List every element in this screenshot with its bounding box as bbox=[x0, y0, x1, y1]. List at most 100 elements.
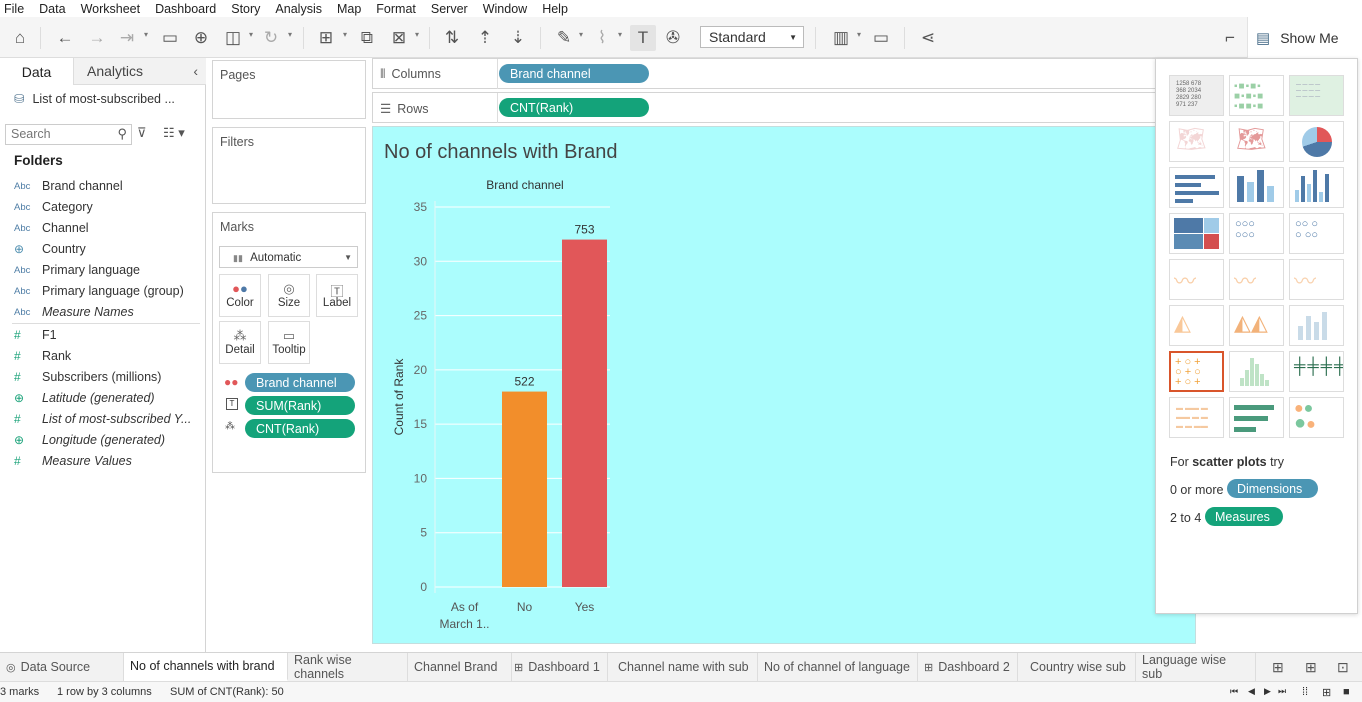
field-dimension[interactable]: Abc Category bbox=[14, 197, 93, 217]
menu-data[interactable]: Data bbox=[39, 2, 65, 16]
tab-channel-brand[interactable]: Channel Brand bbox=[408, 653, 512, 681]
detail-button[interactable]: ⁂ Detail bbox=[219, 321, 261, 364]
histogram-icon[interactable] bbox=[1229, 351, 1284, 392]
show-sheet-sorter-icon[interactable]: ⊞ bbox=[1322, 686, 1331, 699]
menu-server[interactable]: Server bbox=[431, 2, 468, 16]
pages-card[interactable]: Pages bbox=[212, 60, 366, 119]
bullet-graph-icon[interactable] bbox=[1229, 397, 1284, 438]
menu-map[interactable]: Map bbox=[337, 2, 361, 16]
datasource-dropdown-icon[interactable]: ▾ bbox=[249, 30, 253, 39]
menu-story[interactable]: Story bbox=[231, 2, 260, 16]
label-button[interactable]: 🅃 Label bbox=[316, 274, 358, 317]
text-table-icon[interactable]: 1258 678 368 2034 2829 280 971 237 bbox=[1169, 75, 1224, 116]
sort-descending-icon[interactable]: ⇣ bbox=[505, 25, 531, 51]
bar-chart[interactable]: 0 5 10 15 20 25 30 35 Count of Rank Brand channel… bbox=[373, 167, 1195, 643]
replay-dropdown-icon[interactable]: ▾ bbox=[144, 30, 148, 39]
filter-icon[interactable]: ⊽ bbox=[137, 125, 147, 141]
view-options-icon[interactable]: ☷ ▾ bbox=[163, 125, 185, 141]
box-and-whisker-icon[interactable]: ╪╪╪╪ bbox=[1289, 351, 1344, 392]
line-discrete-icon[interactable]: 〰 bbox=[1229, 259, 1284, 300]
symbol-map-icon[interactable]: 🗺 bbox=[1169, 121, 1224, 162]
highlight-dropdown-icon[interactable]: ▾ bbox=[579, 30, 583, 39]
columns-shelf[interactable]: ⦀ Columns Brand channel bbox=[372, 58, 1162, 89]
field-measure[interactable]: ⊕ Latitude (generated) bbox=[14, 388, 155, 408]
menu-dashboard[interactable]: Dashboard bbox=[155, 2, 216, 16]
menu-worksheet[interactable]: Worksheet bbox=[81, 2, 141, 16]
marks-pill-cnt-rank[interactable]: CNT(Rank) bbox=[245, 419, 355, 438]
menu-window[interactable]: Window bbox=[483, 2, 527, 16]
field-dimension[interactable]: Abc Channel bbox=[14, 218, 89, 238]
new-dashboard-tab-icon[interactable]: ⊞ bbox=[1305, 659, 1317, 676]
show-tabs-icon[interactable]: ■ bbox=[1343, 686, 1350, 698]
undo-icon[interactable]: ← bbox=[52, 25, 78, 51]
columns-pill-brand-channel[interactable]: Brand channel bbox=[499, 64, 649, 83]
gantt-chart-icon[interactable]: ▬ ▬▬ ▬ ▬▬ ▬ ▬ ▬ ▬ ▬▬ bbox=[1169, 397, 1224, 438]
dual-lines-icon[interactable]: 〰 bbox=[1289, 259, 1344, 300]
bar-yes[interactable] bbox=[562, 239, 607, 588]
menu-help[interactable]: Help bbox=[542, 2, 568, 16]
tab-analytics[interactable]: Analytics ‹ bbox=[73, 58, 206, 85]
duplicate-sheet-icon[interactable]: ⧉ bbox=[354, 25, 380, 51]
next-sheet-icon[interactable]: ▶ bbox=[1264, 686, 1271, 697]
last-sheet-icon[interactable]: ⏭ bbox=[1278, 686, 1286, 697]
tab-country-wise-sub[interactable]: Country wise sub bbox=[1024, 653, 1136, 681]
tab-dashboard-2[interactable]: ⊞ Dashboard 2 bbox=[918, 653, 1018, 681]
field-dimension[interactable]: Abc Brand channel bbox=[14, 176, 123, 196]
clear-dropdown-icon[interactable]: ▾ bbox=[415, 30, 419, 39]
tab-no-of-channel-of-language[interactable]: No of channel of language bbox=[758, 653, 918, 681]
tab-no-of-channels-with-brand[interactable]: No of channels with brand bbox=[124, 653, 288, 681]
pause-updates-icon[interactable]: ◫ bbox=[220, 25, 246, 51]
packed-bubbles-icon[interactable]: ●● ●● bbox=[1289, 397, 1344, 438]
menu-format[interactable]: Format bbox=[376, 2, 416, 16]
presentation-icon[interactable]: ▭ bbox=[868, 25, 894, 51]
highlight-icon[interactable]: ✎ bbox=[551, 25, 577, 51]
home-icon[interactable]: ⌂ bbox=[7, 25, 33, 51]
clear-sheet-icon[interactable]: ⊠ bbox=[386, 25, 412, 51]
prev-sheet-icon[interactable]: ◀ bbox=[1248, 686, 1255, 697]
datasource-item[interactable]: ⛁ List of most-subscribed ... bbox=[14, 91, 175, 107]
replay-icon[interactable]: ⇥ bbox=[114, 25, 140, 51]
group-dropdown-icon[interactable]: ▾ bbox=[618, 30, 622, 39]
tooltip-button[interactable]: ▭ Tooltip bbox=[268, 321, 310, 364]
horizontal-bars-icon[interactable] bbox=[1169, 167, 1224, 208]
pie-chart-icon[interactable] bbox=[1289, 121, 1344, 162]
tab-rank-wise-channels[interactable]: Rank wise channels bbox=[288, 653, 408, 681]
share-icon[interactable]: ⋖ bbox=[915, 25, 941, 51]
field-dimension[interactable]: Abc Primary language (group) bbox=[14, 281, 184, 301]
size-button[interactable]: ◎ Size bbox=[268, 274, 310, 317]
field-measure[interactable]: ⊕ Longitude (generated) bbox=[14, 430, 165, 450]
new-worksheet-tab-icon[interactable]: ⊞ bbox=[1272, 659, 1284, 676]
filled-map-icon[interactable]: 🗺 bbox=[1229, 121, 1284, 162]
field-dimension[interactable]: Abc Measure Names bbox=[14, 302, 134, 322]
show-filmstrip-icon[interactable]: ⁞⁞ bbox=[1302, 686, 1308, 698]
field-dimension[interactable]: ⊕ Country bbox=[14, 239, 86, 259]
first-sheet-icon[interactable]: ⏮ bbox=[1230, 686, 1238, 697]
side-by-side-bars-icon[interactable] bbox=[1289, 167, 1344, 208]
rows-shelf[interactable]: ☰ Rows CNT(Rank) bbox=[372, 92, 1162, 123]
new-datasource-icon[interactable]: ⊕ bbox=[188, 25, 214, 51]
filters-card[interactable]: Filters bbox=[212, 127, 366, 204]
viz-area[interactable]: No of channels with Brand 0 5 10 15 20 25 30 35… bbox=[372, 126, 1196, 644]
marks-pill-brand-channel[interactable]: Brand channel bbox=[245, 373, 355, 392]
collapse-pane-icon[interactable]: ‹ bbox=[193, 63, 198, 79]
refresh-icon[interactable]: ↻ bbox=[258, 25, 284, 51]
mark-type-select[interactable]: ▮▮ Automatic ▼ bbox=[219, 246, 358, 268]
field-measure[interactable]: # Subscribers (millions) bbox=[14, 367, 161, 387]
rows-pill-cnt-rank[interactable]: CNT(Rank) bbox=[499, 98, 649, 117]
field-measure[interactable]: # F1 bbox=[14, 325, 57, 345]
tab-dashboard-1[interactable]: ⊞ Dashboard 1 bbox=[508, 653, 608, 681]
circle-view-icon[interactable]: ○○○ ○○○ bbox=[1229, 213, 1284, 254]
redo-icon[interactable]: → bbox=[84, 25, 110, 51]
tab-data[interactable]: Data bbox=[0, 58, 73, 85]
area-continuous-icon[interactable]: ◭ bbox=[1169, 305, 1224, 346]
fit-select[interactable]: Standard ▼ bbox=[700, 26, 804, 48]
cards-dropdown-icon[interactable]: ▾ bbox=[857, 30, 861, 39]
stacked-bars-icon[interactable] bbox=[1229, 167, 1284, 208]
menu-file[interactable]: File bbox=[4, 2, 24, 16]
field-measure[interactable]: # Measure Values bbox=[14, 451, 132, 471]
swap-icon[interactable]: ⇅ bbox=[439, 25, 465, 51]
tab-data-source[interactable]: ◎ Data Source bbox=[0, 653, 124, 681]
tab-channel-name-with-sub[interactable]: Channel name with sub bbox=[612, 653, 758, 681]
field-dimension[interactable]: Abc Primary language bbox=[14, 260, 140, 280]
new-worksheet-dropdown-icon[interactable]: ▾ bbox=[343, 30, 347, 39]
